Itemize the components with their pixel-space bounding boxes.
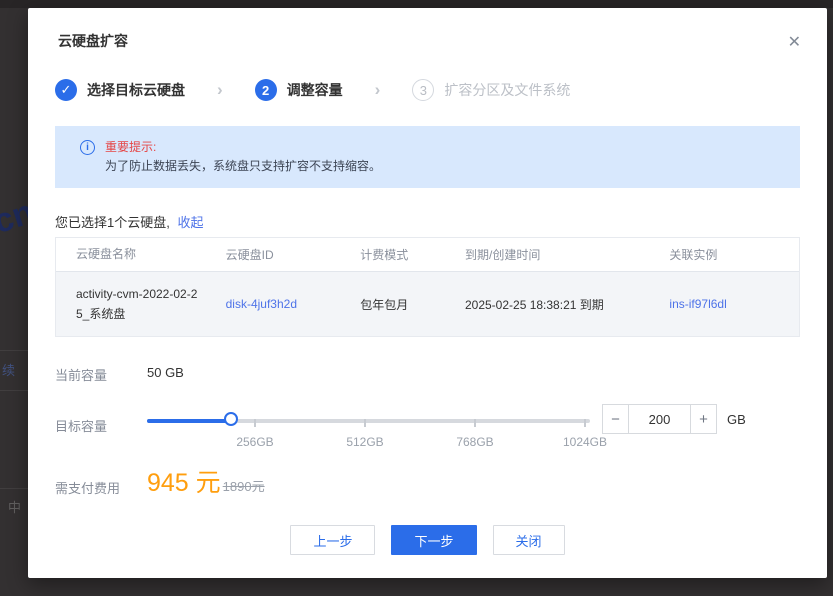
disk-name: activity-cvm-2022-02-25_系统盘 [56, 284, 206, 325]
capacity-input[interactable] [629, 404, 690, 434]
next-step-button[interactable]: 下一步 [391, 525, 476, 555]
expire-time: 2025-02-25 18:38:21 到期 [445, 296, 649, 313]
table-row: activity-cvm-2022-02-25_系统盘 disk-4juf3h2… [56, 272, 799, 336]
selected-disk-table: 云硬盘名称 云硬盘ID 计费模式 到期/创建时间 关联实例 activity-c… [55, 237, 800, 337]
col-header-disk-id: 云硬盘ID [206, 246, 341, 263]
col-header-billing-mode: 计费模式 [340, 246, 445, 263]
col-header-instance: 关联实例 [649, 246, 799, 263]
slider-tick [254, 419, 256, 427]
tick-label-1024: 1024GB [563, 435, 607, 449]
background-row-divider [0, 350, 28, 351]
dialog-footer: 上一步 下一步 关闭 [28, 525, 827, 555]
dialog-title: 云硬盘扩容 [58, 31, 128, 51]
close-icon[interactable]: ✕ [788, 35, 801, 51]
tick-label-768: 768GB [456, 435, 493, 449]
background-row-divider [0, 390, 28, 391]
col-header-disk-name: 云硬盘名称 [56, 244, 206, 264]
table-header-row: 云硬盘名称 云硬盘ID 计费模式 到期/创建时间 关联实例 [56, 238, 799, 272]
selection-summary: 您已选择1个云硬盘, 收起 [55, 212, 203, 231]
info-icon: i [80, 140, 95, 155]
minus-button[interactable]: − [602, 404, 629, 434]
alert-title: 重要提示: [105, 138, 381, 157]
prev-step-button[interactable]: 上一步 [290, 525, 375, 555]
step-expand-partition: 3 扩容分区及文件系统 [412, 79, 570, 101]
capacity-unit-label: GB [727, 412, 746, 427]
check-icon: ✓ [55, 79, 77, 101]
step-label: 扩容分区及文件系统 [444, 80, 570, 100]
important-notice-alert: i 重要提示: 为了防止数据丢失，系统盘只支持扩容不支持缩容。 [55, 126, 800, 188]
disk-id-link[interactable]: disk-4juf3h2d [226, 297, 297, 311]
current-capacity-value: 50 GB [147, 365, 184, 380]
selection-text: 您已选择1个云硬盘, [55, 215, 170, 230]
step-adjust-capacity: 2 调整容量 [255, 79, 343, 101]
cost-label: 需支付费用 [55, 478, 120, 497]
close-button[interactable]: 关闭 [493, 525, 565, 555]
billing-mode: 包年包月 [340, 296, 445, 313]
step-select-disk: ✓ 选择目标云硬盘 [55, 79, 185, 101]
step-label: 选择目标云硬盘 [87, 80, 185, 100]
alert-text: 重要提示: 为了防止数据丢失，系统盘只支持扩容不支持缩容。 [105, 138, 381, 188]
cost-display: 945 元 1890元 [147, 463, 265, 499]
step-wizard: ✓ 选择目标云硬盘 › 2 调整容量 › 3 扩容分区及文件系统 [55, 79, 570, 101]
disk-expand-dialog: 云硬盘扩容 ✕ ✓ 选择目标云硬盘 › 2 调整容量 › 3 扩容分区及文件系统… [28, 8, 827, 578]
target-capacity-label: 目标容量 [55, 416, 107, 435]
slider-fill [147, 419, 233, 423]
backdrop-top-band [0, 0, 833, 8]
tick-label-512: 512GB [346, 435, 383, 449]
instance-link[interactable]: ins-if97l6dl [669, 297, 726, 311]
slider-tick-labels: 256GB 512GB 768GB 1024GB [147, 435, 590, 449]
collapse-link[interactable]: 收起 [177, 215, 203, 230]
step-number: 2 [255, 79, 277, 101]
price-value: 945 元 [147, 463, 221, 499]
current-capacity-label: 当前容量 [55, 365, 107, 384]
slider-tick [474, 419, 476, 427]
col-header-expire-time: 到期/创建时间 [445, 246, 649, 263]
slider-tick [584, 419, 586, 427]
slider-tick [364, 419, 366, 427]
original-price-value: 1890元 [223, 476, 265, 495]
background-text-fragment: 中 [8, 497, 21, 516]
slider-handle[interactable] [224, 412, 238, 426]
plus-button[interactable]: + [690, 404, 717, 434]
step-number: 3 [412, 79, 434, 101]
capacity-stepper: − + [602, 404, 717, 434]
background-renew-link-fragment: 续 [2, 360, 15, 379]
step-label: 调整容量 [287, 80, 343, 100]
chevron-right-icon: › [217, 80, 223, 100]
background-row-divider [0, 488, 28, 489]
chevron-right-icon: › [375, 80, 381, 100]
tick-label-256: 256GB [236, 435, 273, 449]
capacity-slider[interactable] [147, 412, 590, 430]
alert-message: 为了防止数据丢失，系统盘只支持扩容不支持缩容。 [105, 157, 381, 176]
